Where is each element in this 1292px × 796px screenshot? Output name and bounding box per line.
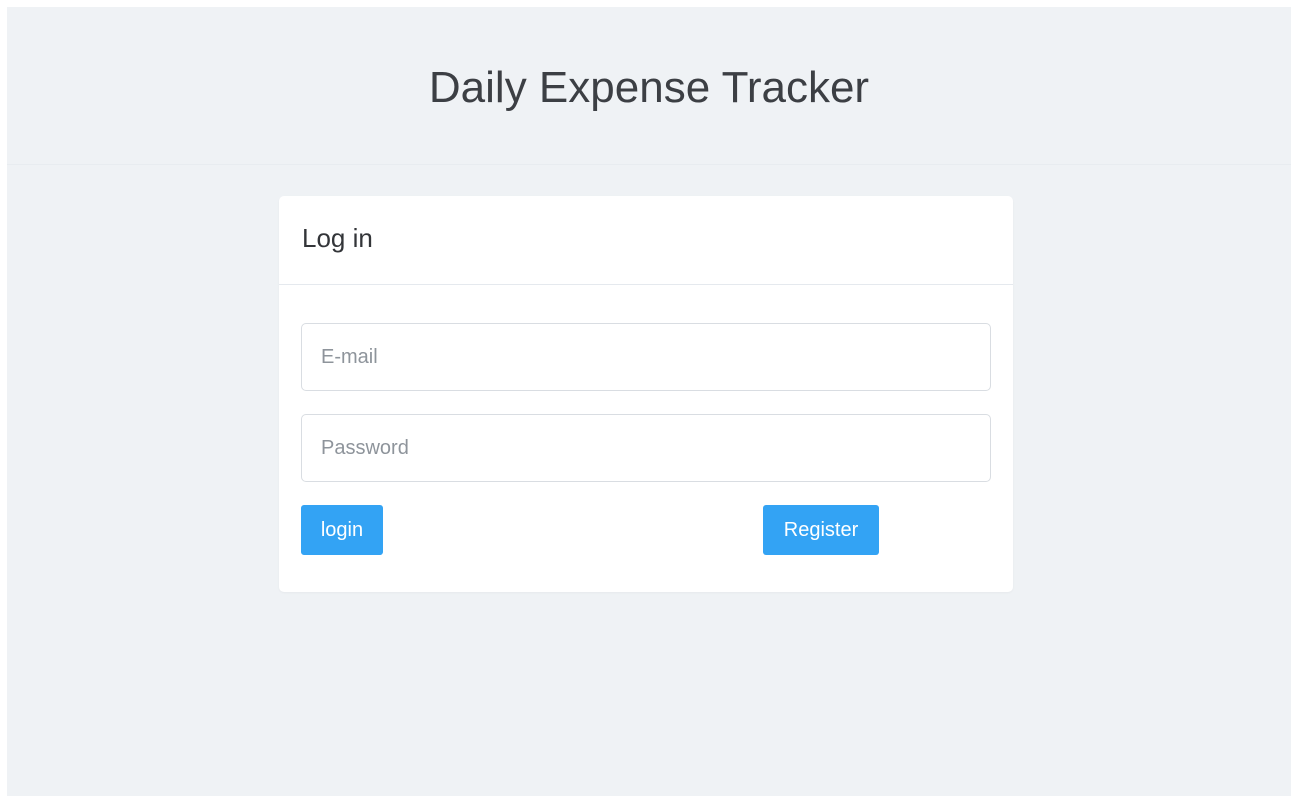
email-field[interactable] [301, 323, 991, 391]
login-card: Log in login Register [279, 196, 1013, 592]
register-button[interactable]: Register [763, 505, 879, 555]
login-card-title: Log in [302, 222, 373, 253]
app-viewport: Daily Expense Tracker Log in login Regis… [7, 7, 1291, 796]
page-header: Daily Expense Tracker [7, 7, 1291, 165]
password-field[interactable] [301, 414, 991, 482]
login-card-header: Log in [279, 196, 1013, 285]
login-button[interactable]: login [301, 505, 383, 555]
page-title: Daily Expense Tracker [428, 62, 870, 112]
